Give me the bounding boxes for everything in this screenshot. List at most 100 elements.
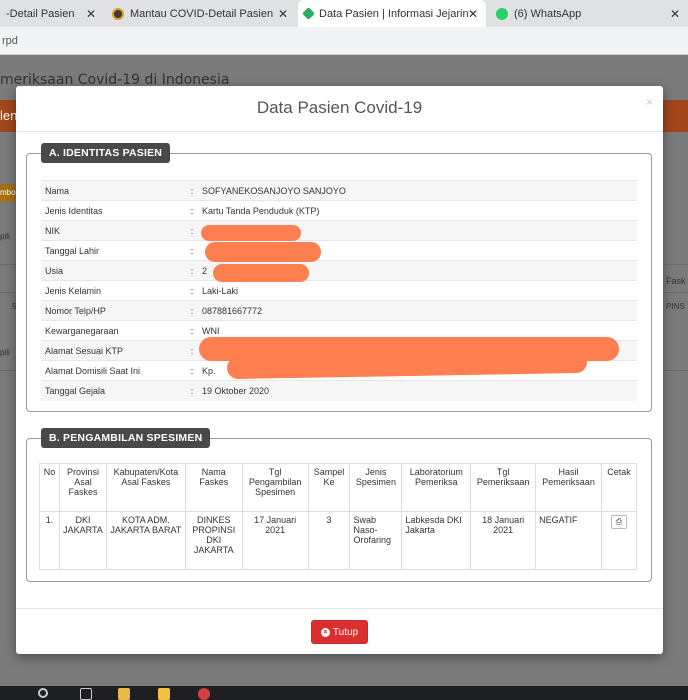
identity-colon: : [186, 300, 198, 321]
background-snippet: pili [0, 348, 10, 357]
cell-no: 1. [39, 511, 60, 570]
identity-value: Kartu Tanda Penduduk (KTP) [198, 200, 637, 221]
cell-cetak: ⎙ [601, 511, 637, 570]
background-snippet: PINS [666, 302, 685, 311]
print-icon[interactable]: ⎙ [611, 515, 627, 529]
column-header: Tgl Pengambilan Spesimen [241, 463, 309, 512]
background-menu-text: len [0, 108, 18, 123]
identity-colon: : [186, 200, 198, 221]
browser-tab-mantau-covid[interactable]: Mantau COVID-Detail Pasien ✕ [106, 0, 296, 27]
identity-label: Tanggal Lahir [41, 240, 186, 261]
identity-label: Alamat Domisili Saat Ini [41, 360, 186, 381]
cell-laboratorium: Labkesda DKI Jakarta [401, 511, 472, 570]
cell-jenis-spesimen: Swab Naso-Orofaring [349, 511, 403, 570]
identity-label: NIK [41, 220, 186, 241]
specimen-section: B. PENGAMBILAN SPESIMEN No Provinsi Asal… [26, 428, 652, 582]
tab-title: Mantau COVID-Detail Pasien [130, 7, 274, 20]
background-snippet: mbo [0, 188, 16, 197]
tutup-button[interactable]: × Tutup [311, 620, 368, 644]
close-tab-icon[interactable]: ✕ [86, 7, 96, 21]
identity-row: Nama: SOFYANEKOSANJOYO SANJOYO [41, 180, 637, 201]
tutup-button-label: Tutup [332, 626, 359, 638]
identity-row: Tanggal Gejala:19 Oktober 2020 [41, 380, 637, 401]
identity-section: A. IDENTITAS PASIEN Nama: SOFYANEKOSANJOY… [26, 143, 652, 412]
identity-label: Jenis Identitas [41, 200, 186, 221]
table-row: 1. DKI JAKARTA KOTA ADM. JAKARTA BARAT D… [39, 511, 637, 570]
identity-value: 19 Oktober 2020 [198, 380, 637, 401]
identity-colon: : [186, 380, 198, 401]
redaction-mark [205, 242, 321, 262]
cell-kabupaten: KOTA ADM. JAKARTA BARAT [105, 511, 186, 570]
identity-colon: : [186, 260, 198, 281]
column-header: Provinsi Asal Faskes [58, 463, 107, 512]
cell-faskes: DINKES PROPINSI DKI JAKARTA [184, 511, 243, 570]
file-explorer-icon[interactable] [118, 688, 130, 700]
column-header: Nama Faskes [184, 463, 243, 512]
close-tab-icon[interactable]: ✕ [670, 7, 680, 21]
modal-header: Data Pasien Covid-19 × [16, 86, 663, 132]
identity-label: Alamat Sesuai KTP [41, 340, 186, 361]
tab-title: Data Pasien | Informasi Jejaring [319, 7, 469, 20]
identity-colon: : [186, 220, 198, 241]
browser-tab-detail-pasien[interactable]: -Detail Pasien ✕ [0, 0, 104, 27]
browser-tab-strip: -Detail Pasien ✕ Mantau COVID-Detail Pas… [0, 0, 688, 27]
identity-label: Tanggal Gejala [41, 380, 186, 401]
redaction-mark [213, 264, 309, 282]
close-tab-icon[interactable]: ✕ [468, 7, 478, 21]
identity-row: Usia:2 [41, 260, 637, 281]
close-icon[interactable]: × [646, 95, 653, 109]
specimen-table-header: No Provinsi Asal Faskes Kabupaten/Kota A… [39, 463, 637, 512]
column-header: Hasil Pemeriksaan [535, 463, 602, 512]
column-header: Sampel Ke [307, 463, 351, 512]
diamond-favicon-icon [302, 7, 315, 20]
cell-tgl-pengambilan: 17 Januari 2021 [241, 511, 309, 570]
app-icon[interactable] [198, 688, 210, 700]
close-circle-icon: × [320, 627, 330, 637]
identity-colon: : [186, 340, 198, 361]
identity-value: SOFYANEKOSANJOYO SANJOYO [198, 180, 637, 201]
whatsapp-icon [496, 7, 508, 20]
identity-label: Jenis Kelamin [41, 280, 186, 301]
identity-label: Nama [41, 180, 186, 201]
identity-row: NIK: [41, 220, 637, 241]
redaction-mark [201, 225, 301, 241]
identity-colon: : [186, 180, 198, 201]
address-bar[interactable]: rpd [0, 27, 688, 55]
identity-label: Nomor Telp/HP [41, 300, 186, 321]
tab-title: (6) WhatsApp [514, 7, 582, 20]
identity-colon: : [186, 240, 198, 261]
column-header: Jenis Spesimen [349, 463, 403, 512]
address-text: rpd [2, 35, 18, 47]
identity-value: 087881667772 [198, 300, 637, 321]
column-header: Laboratorium Pemeriksa [401, 463, 472, 512]
specimen-table: No Provinsi Asal Faskes Kabupaten/Kota A… [39, 463, 637, 570]
identity-row: Nomor Telp/HP:087881667772 [41, 300, 637, 321]
column-header: Tgl Pemeriksaan [470, 463, 537, 512]
identity-value: Laki-Laki [198, 280, 637, 301]
specimen-section-legend: B. PENGAMBILAN SPESIMEN [41, 428, 211, 448]
identity-row: Jenis Identitas: Kartu Tanda Penduduk (KT… [41, 200, 637, 221]
background-snippet: pili [0, 232, 10, 241]
cell-hasil: NEGATIF [535, 511, 602, 570]
app-icon[interactable] [158, 688, 170, 700]
modal-footer: × Tutup [16, 608, 663, 654]
modal-title: Data Pasien Covid-19 [256, 98, 423, 117]
patient-data-modal: Data Pasien Covid-19 × A. IDENTITAS PASI… [16, 86, 663, 654]
os-taskbar [0, 686, 688, 700]
browser-tab-whatsapp[interactable]: (6) WhatsApp ✕ [490, 0, 688, 27]
task-view-icon[interactable] [80, 688, 92, 700]
identity-colon: : [186, 360, 198, 381]
cell-sampel-ke: 3 [307, 511, 351, 570]
background-snippet: Fask [666, 276, 686, 286]
search-icon[interactable] [38, 688, 48, 698]
browser-tab-data-pasien[interactable]: Data Pasien | Informasi Jejaring ✕ [298, 0, 486, 27]
column-header: No [39, 463, 60, 512]
tab-title: -Detail Pasien [6, 7, 75, 20]
cell-tgl-pemeriksaan: 18 Januari 2021 [470, 511, 537, 570]
close-tab-icon[interactable]: ✕ [278, 7, 288, 21]
identity-row: Jenis Kelamin: Laki-Laki [41, 280, 637, 301]
identity-row: Tanggal Lahir: [41, 240, 637, 261]
cell-provinsi: DKI JAKARTA [58, 511, 107, 570]
identity-label: Usia [41, 260, 186, 281]
mantau-favicon-icon [112, 7, 124, 20]
